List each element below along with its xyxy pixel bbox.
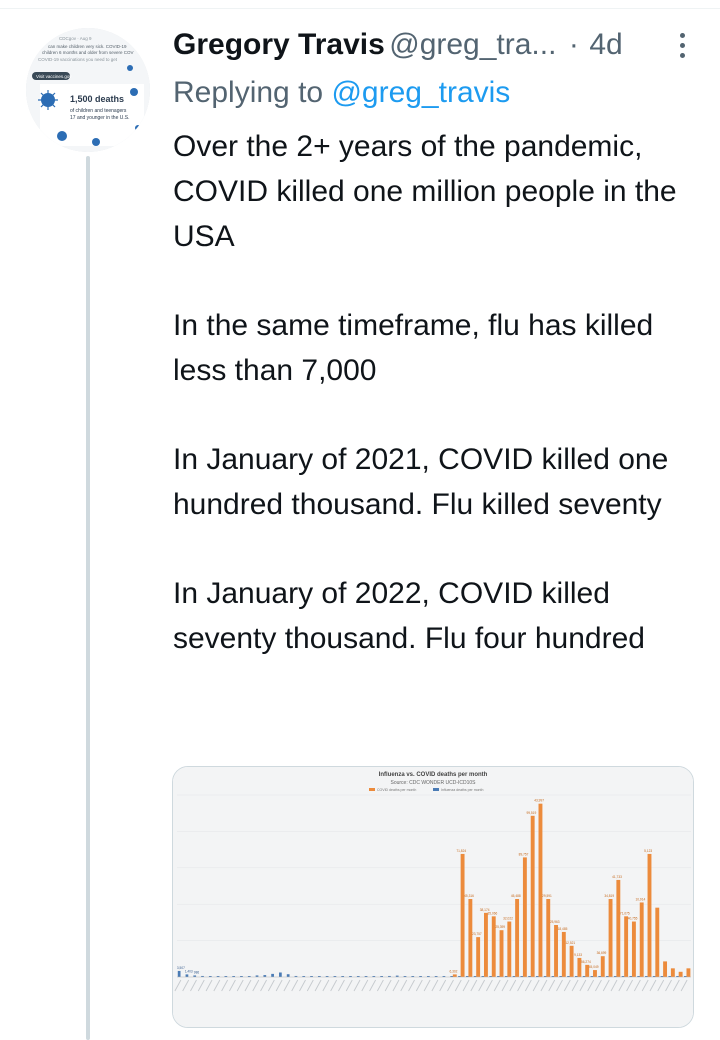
covid-bar <box>600 956 605 977</box>
thread-connector-line <box>86 156 90 1040</box>
chart-subtitle: Source: CDC WONDER UCD-ICD10S <box>390 780 476 786</box>
covid-bar <box>468 899 473 977</box>
covid-bar <box>561 931 566 977</box>
data-label: 45,488 <box>511 894 521 898</box>
covid-bar <box>639 902 644 977</box>
tweet-media-chart[interactable]: Influenza vs. COVID deaths per month Sou… <box>172 766 694 1028</box>
covid-bar <box>499 930 504 977</box>
more-options-icon[interactable] <box>677 30 687 64</box>
flu-bar <box>286 974 290 977</box>
tweet-paragraph: In January of 2021, COVID killed one hun… <box>173 443 669 521</box>
covid-bar <box>452 974 457 977</box>
data-label: 36,699 <box>597 951 607 955</box>
covid-bar <box>483 912 488 977</box>
legend-swatch-flu <box>433 788 439 791</box>
chart-title: Influenza vs. COVID deaths per month <box>379 772 488 778</box>
covid-bar <box>507 921 512 977</box>
data-label: 45,316 <box>464 894 474 898</box>
covid-bar <box>686 968 691 977</box>
data-label: 1,403 <box>185 969 193 973</box>
covid-bar <box>460 853 465 977</box>
data-label: 43,997 <box>534 799 544 803</box>
flu-bar <box>279 972 282 977</box>
avatar-image: CDCgov · Aug 9 can make children very si… <box>26 28 150 152</box>
tweet-header: Gregory Travis @greg_tra... · 4d <box>173 28 703 68</box>
covid-bar <box>655 907 660 977</box>
replying-to-prefix: Replying to <box>173 76 324 109</box>
covid-bar <box>515 899 520 977</box>
legend-swatch-covid <box>369 788 375 791</box>
data-label: 25,963 <box>550 920 560 924</box>
covid-bar <box>538 803 543 977</box>
tweet-paragraph: In the same timeframe, flu has killed le… <box>173 309 654 387</box>
replying-to: Replying to @greg_travis <box>173 76 510 110</box>
data-label: 9,133 <box>574 953 582 957</box>
tweet-paragraph: In January of 2022, COVID killed seventy… <box>173 577 645 655</box>
tweet-timestamp[interactable]: 4d <box>589 28 622 61</box>
covid-bar <box>624 916 629 977</box>
data-label: 25,399 <box>495 925 505 929</box>
data-label: 12,521 <box>565 941 575 945</box>
chart-svg: Influenza vs. COVID deaths per month Sou… <box>173 767 693 1027</box>
author-name[interactable]: Gregory Travis <box>173 28 385 61</box>
avatar-line1: can make children very sick. COVID-19 <box>48 44 127 49</box>
avatar-line3: COVID-19 vaccinations you need to get <box>38 57 118 62</box>
top-divider <box>0 0 720 9</box>
data-label: 40,755 <box>628 917 638 921</box>
avatar-line2: children 6 months and older from severe … <box>42 50 134 55</box>
avatar-headline: 1,500 deaths <box>70 94 124 104</box>
avatar-sub2: 17 and younger in the U.S. <box>70 115 130 121</box>
covid-bar <box>647 853 652 977</box>
data-label: 56,274 <box>581 960 591 964</box>
replying-to-mention[interactable]: @greg_travis <box>331 76 510 109</box>
avatar-header-text: CDCgov · Aug 9 <box>59 36 92 41</box>
data-label: 89,757 <box>519 852 529 856</box>
legend-label-flu: Influenza deaths per month <box>441 788 483 792</box>
covid-bar <box>631 921 636 977</box>
header-separator: · <box>568 28 579 61</box>
avatar[interactable]: CDCgov · Aug 9 can make children very si… <box>26 28 150 152</box>
data-label: 986 <box>194 970 200 974</box>
author-handle[interactable]: @greg_tra... <box>389 28 556 61</box>
legend-label-covid: COVID deaths per month <box>377 788 416 792</box>
data-label: 32,022 <box>503 917 513 921</box>
avatar-sub1: of children and teenagers <box>70 108 127 114</box>
data-label: 34,819 <box>604 894 614 898</box>
covid-bar <box>593 970 597 977</box>
avatar-button-text: Visit vaccines.gov <box>36 74 72 79</box>
tweet-text: Over the 2+ years of the pandemic, COVID… <box>173 124 693 705</box>
data-label: 5,123 <box>644 849 652 853</box>
data-label: 71,824 <box>456 849 466 853</box>
covid-bar <box>522 857 527 977</box>
flu-bar <box>271 973 274 977</box>
data-label: 41,733 <box>612 875 622 879</box>
covid-bar <box>569 945 574 977</box>
data-label: 18,485 <box>558 927 568 931</box>
data-label: 99,519 <box>526 811 536 815</box>
covid-bar <box>670 968 675 977</box>
covid-bar <box>530 815 535 977</box>
covid-bar <box>678 971 683 977</box>
flu-bar <box>177 970 181 977</box>
data-label: 35,066 <box>488 911 498 915</box>
data-label: 45,049 <box>589 965 599 969</box>
data-label: 6,302 <box>449 969 457 973</box>
covid-bar <box>546 899 551 977</box>
data-label: 10,914 <box>636 897 646 901</box>
covid-bar <box>476 937 481 977</box>
covid-bar <box>608 899 613 977</box>
virus-spikes-icon <box>38 90 58 110</box>
data-label: 29,591 <box>542 894 552 898</box>
tweet-paragraph: Over the 2+ years of the pandemic, COVID… <box>173 130 677 253</box>
data-label: 23,757 <box>472 932 482 936</box>
data-label: 71,075 <box>620 911 630 915</box>
covid-bar <box>616 879 621 977</box>
covid-bar <box>663 961 668 977</box>
flu-bar <box>185 974 189 977</box>
chart-background <box>173 767 693 1027</box>
covid-bar <box>554 925 558 977</box>
